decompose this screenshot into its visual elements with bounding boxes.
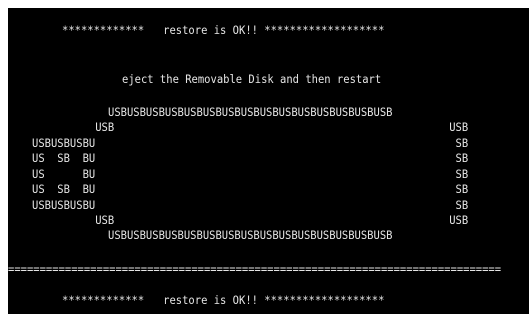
restore-status-line-bottom: ************* restore is OK!! **********… xyxy=(62,294,385,308)
eject-instruction: eject the Removable Disk and then restar… xyxy=(122,73,382,87)
usb-art-line: USBUSBUSBU SB xyxy=(32,137,469,151)
usb-art-line: US SB BU SB xyxy=(32,152,469,166)
restore-status-line-top: ************* restore is OK!! **********… xyxy=(62,24,385,38)
usb-art-line: USB USB xyxy=(32,121,469,135)
usb-art-line: USBUSBUSBUSBUSBUSBUSBUSBUSBUSBUSBUSBUSBU… xyxy=(108,106,393,120)
usb-art-line: US SB BU SB xyxy=(32,183,469,197)
usb-art-line: USBUSBUSBUSBUSBUSBUSBUSBUSBUSBUSBUSBUSBU… xyxy=(108,229,393,243)
usb-art-line: USBUSBUSBU SB xyxy=(32,199,469,213)
usb-art-line: USB USB xyxy=(32,214,469,228)
divider-rule: ========================================… xyxy=(8,263,502,277)
usb-art-line: US BU SB xyxy=(32,168,469,182)
dos-console-screen: ************* restore is OK!! **********… xyxy=(8,8,529,314)
